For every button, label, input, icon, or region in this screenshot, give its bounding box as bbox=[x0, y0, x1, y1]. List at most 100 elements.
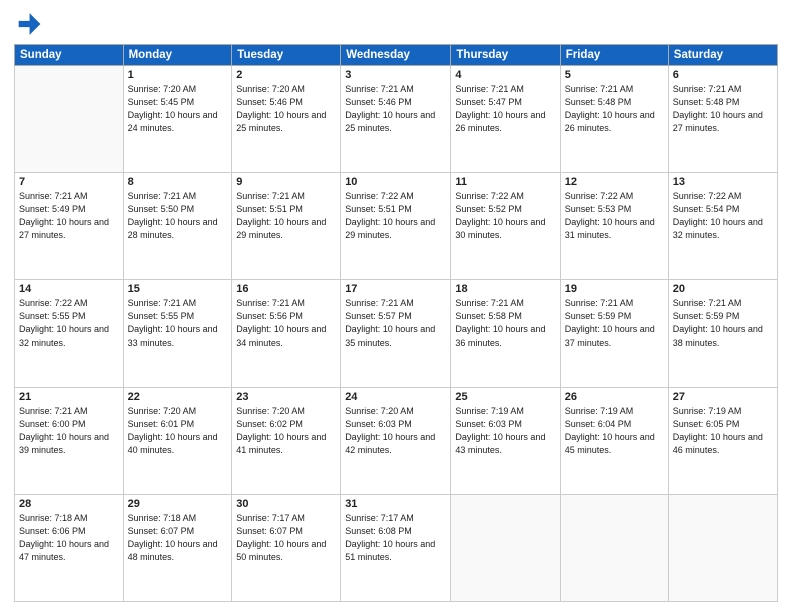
day-number: 11 bbox=[455, 176, 555, 188]
day-cell: 15 Sunrise: 7:21 AMSunset: 5:55 PMDaylig… bbox=[123, 280, 232, 387]
day-info: Sunrise: 7:21 AMSunset: 5:55 PMDaylight:… bbox=[128, 297, 228, 349]
day-cell: 13 Sunrise: 7:22 AMSunset: 5:54 PMDaylig… bbox=[668, 173, 777, 280]
weekday-header-wednesday: Wednesday bbox=[341, 45, 451, 66]
day-cell: 22 Sunrise: 7:20 AMSunset: 6:01 PMDaylig… bbox=[123, 387, 232, 494]
day-cell: 28 Sunrise: 7:18 AMSunset: 6:06 PMDaylig… bbox=[15, 494, 124, 601]
day-cell: 3 Sunrise: 7:21 AMSunset: 5:46 PMDayligh… bbox=[341, 66, 451, 173]
calendar-header: SundayMondayTuesdayWednesdayThursdayFrid… bbox=[15, 45, 778, 66]
day-number: 15 bbox=[128, 283, 228, 295]
day-cell: 24 Sunrise: 7:20 AMSunset: 6:03 PMDaylig… bbox=[341, 387, 451, 494]
day-info: Sunrise: 7:22 AMSunset: 5:54 PMDaylight:… bbox=[673, 190, 773, 242]
day-info: Sunrise: 7:18 AMSunset: 6:07 PMDaylight:… bbox=[128, 512, 228, 564]
week-row-1: 7 Sunrise: 7:21 AMSunset: 5:49 PMDayligh… bbox=[15, 173, 778, 280]
day-info: Sunrise: 7:21 AMSunset: 5:48 PMDaylight:… bbox=[673, 83, 773, 135]
week-row-0: 1 Sunrise: 7:20 AMSunset: 5:45 PMDayligh… bbox=[15, 66, 778, 173]
day-cell: 27 Sunrise: 7:19 AMSunset: 6:05 PMDaylig… bbox=[668, 387, 777, 494]
day-info: Sunrise: 7:19 AMSunset: 6:03 PMDaylight:… bbox=[455, 405, 555, 457]
day-info: Sunrise: 7:22 AMSunset: 5:51 PMDaylight:… bbox=[345, 190, 446, 242]
day-cell bbox=[451, 494, 560, 601]
day-info: Sunrise: 7:21 AMSunset: 5:48 PMDaylight:… bbox=[565, 83, 664, 135]
day-cell: 31 Sunrise: 7:17 AMSunset: 6:08 PMDaylig… bbox=[341, 494, 451, 601]
day-number: 25 bbox=[455, 391, 555, 403]
day-info: Sunrise: 7:22 AMSunset: 5:52 PMDaylight:… bbox=[455, 190, 555, 242]
day-number: 1 bbox=[128, 69, 228, 81]
day-number: 3 bbox=[345, 69, 446, 81]
day-cell: 10 Sunrise: 7:22 AMSunset: 5:51 PMDaylig… bbox=[341, 173, 451, 280]
day-info: Sunrise: 7:20 AMSunset: 5:46 PMDaylight:… bbox=[236, 83, 336, 135]
day-number: 28 bbox=[19, 498, 119, 510]
day-number: 27 bbox=[673, 391, 773, 403]
day-info: Sunrise: 7:21 AMSunset: 5:57 PMDaylight:… bbox=[345, 297, 446, 349]
day-info: Sunrise: 7:21 AMSunset: 5:47 PMDaylight:… bbox=[455, 83, 555, 135]
day-cell: 16 Sunrise: 7:21 AMSunset: 5:56 PMDaylig… bbox=[232, 280, 341, 387]
day-info: Sunrise: 7:20 AMSunset: 6:01 PMDaylight:… bbox=[128, 405, 228, 457]
day-number: 4 bbox=[455, 69, 555, 81]
calendar-table: SundayMondayTuesdayWednesdayThursdayFrid… bbox=[14, 44, 778, 602]
day-info: Sunrise: 7:21 AMSunset: 5:50 PMDaylight:… bbox=[128, 190, 228, 242]
header bbox=[14, 10, 778, 38]
day-cell: 14 Sunrise: 7:22 AMSunset: 5:55 PMDaylig… bbox=[15, 280, 124, 387]
weekday-header-friday: Friday bbox=[560, 45, 668, 66]
day-info: Sunrise: 7:21 AMSunset: 5:58 PMDaylight:… bbox=[455, 297, 555, 349]
day-cell: 6 Sunrise: 7:21 AMSunset: 5:48 PMDayligh… bbox=[668, 66, 777, 173]
day-info: Sunrise: 7:21 AMSunset: 5:46 PMDaylight:… bbox=[345, 83, 446, 135]
day-info: Sunrise: 7:19 AMSunset: 6:04 PMDaylight:… bbox=[565, 405, 664, 457]
day-number: 30 bbox=[236, 498, 336, 510]
day-number: 16 bbox=[236, 283, 336, 295]
day-cell: 7 Sunrise: 7:21 AMSunset: 5:49 PMDayligh… bbox=[15, 173, 124, 280]
day-cell: 21 Sunrise: 7:21 AMSunset: 6:00 PMDaylig… bbox=[15, 387, 124, 494]
day-number: 9 bbox=[236, 176, 336, 188]
page: SundayMondayTuesdayWednesdayThursdayFrid… bbox=[0, 0, 792, 612]
day-cell: 2 Sunrise: 7:20 AMSunset: 5:46 PMDayligh… bbox=[232, 66, 341, 173]
day-cell: 1 Sunrise: 7:20 AMSunset: 5:45 PMDayligh… bbox=[123, 66, 232, 173]
day-info: Sunrise: 7:21 AMSunset: 5:56 PMDaylight:… bbox=[236, 297, 336, 349]
week-row-2: 14 Sunrise: 7:22 AMSunset: 5:55 PMDaylig… bbox=[15, 280, 778, 387]
day-info: Sunrise: 7:21 AMSunset: 5:49 PMDaylight:… bbox=[19, 190, 119, 242]
day-number: 5 bbox=[565, 69, 664, 81]
day-info: Sunrise: 7:17 AMSunset: 6:08 PMDaylight:… bbox=[345, 512, 446, 564]
day-info: Sunrise: 7:22 AMSunset: 5:55 PMDaylight:… bbox=[19, 297, 119, 349]
day-info: Sunrise: 7:21 AMSunset: 5:59 PMDaylight:… bbox=[565, 297, 664, 349]
day-cell bbox=[668, 494, 777, 601]
day-cell: 9 Sunrise: 7:21 AMSunset: 5:51 PMDayligh… bbox=[232, 173, 341, 280]
day-number: 18 bbox=[455, 283, 555, 295]
day-info: Sunrise: 7:20 AMSunset: 6:03 PMDaylight:… bbox=[345, 405, 446, 457]
day-cell: 25 Sunrise: 7:19 AMSunset: 6:03 PMDaylig… bbox=[451, 387, 560, 494]
day-info: Sunrise: 7:21 AMSunset: 5:59 PMDaylight:… bbox=[673, 297, 773, 349]
day-cell: 11 Sunrise: 7:22 AMSunset: 5:52 PMDaylig… bbox=[451, 173, 560, 280]
day-cell bbox=[560, 494, 668, 601]
day-cell: 12 Sunrise: 7:22 AMSunset: 5:53 PMDaylig… bbox=[560, 173, 668, 280]
day-number: 31 bbox=[345, 498, 446, 510]
day-info: Sunrise: 7:18 AMSunset: 6:06 PMDaylight:… bbox=[19, 512, 119, 564]
week-row-3: 21 Sunrise: 7:21 AMSunset: 6:00 PMDaylig… bbox=[15, 387, 778, 494]
day-number: 20 bbox=[673, 283, 773, 295]
day-cell: 26 Sunrise: 7:19 AMSunset: 6:04 PMDaylig… bbox=[560, 387, 668, 494]
day-number: 10 bbox=[345, 176, 446, 188]
day-cell: 30 Sunrise: 7:17 AMSunset: 6:07 PMDaylig… bbox=[232, 494, 341, 601]
day-number: 12 bbox=[565, 176, 664, 188]
logo bbox=[14, 10, 46, 38]
weekday-header-tuesday: Tuesday bbox=[232, 45, 341, 66]
day-cell: 17 Sunrise: 7:21 AMSunset: 5:57 PMDaylig… bbox=[341, 280, 451, 387]
day-cell: 29 Sunrise: 7:18 AMSunset: 6:07 PMDaylig… bbox=[123, 494, 232, 601]
day-cell: 4 Sunrise: 7:21 AMSunset: 5:47 PMDayligh… bbox=[451, 66, 560, 173]
day-number: 2 bbox=[236, 69, 336, 81]
day-number: 29 bbox=[128, 498, 228, 510]
week-row-4: 28 Sunrise: 7:18 AMSunset: 6:06 PMDaylig… bbox=[15, 494, 778, 601]
day-cell: 23 Sunrise: 7:20 AMSunset: 6:02 PMDaylig… bbox=[232, 387, 341, 494]
day-cell: 19 Sunrise: 7:21 AMSunset: 5:59 PMDaylig… bbox=[560, 280, 668, 387]
day-number: 23 bbox=[236, 391, 336, 403]
day-number: 17 bbox=[345, 283, 446, 295]
weekday-header-saturday: Saturday bbox=[668, 45, 777, 66]
day-number: 22 bbox=[128, 391, 228, 403]
day-info: Sunrise: 7:19 AMSunset: 6:05 PMDaylight:… bbox=[673, 405, 773, 457]
day-info: Sunrise: 7:22 AMSunset: 5:53 PMDaylight:… bbox=[565, 190, 664, 242]
day-number: 8 bbox=[128, 176, 228, 188]
weekday-header-monday: Monday bbox=[123, 45, 232, 66]
day-cell bbox=[15, 66, 124, 173]
weekday-header-sunday: Sunday bbox=[15, 45, 124, 66]
day-info: Sunrise: 7:21 AMSunset: 5:51 PMDaylight:… bbox=[236, 190, 336, 242]
day-info: Sunrise: 7:21 AMSunset: 6:00 PMDaylight:… bbox=[19, 405, 119, 457]
day-info: Sunrise: 7:17 AMSunset: 6:07 PMDaylight:… bbox=[236, 512, 336, 564]
calendar-body: 1 Sunrise: 7:20 AMSunset: 5:45 PMDayligh… bbox=[15, 66, 778, 602]
